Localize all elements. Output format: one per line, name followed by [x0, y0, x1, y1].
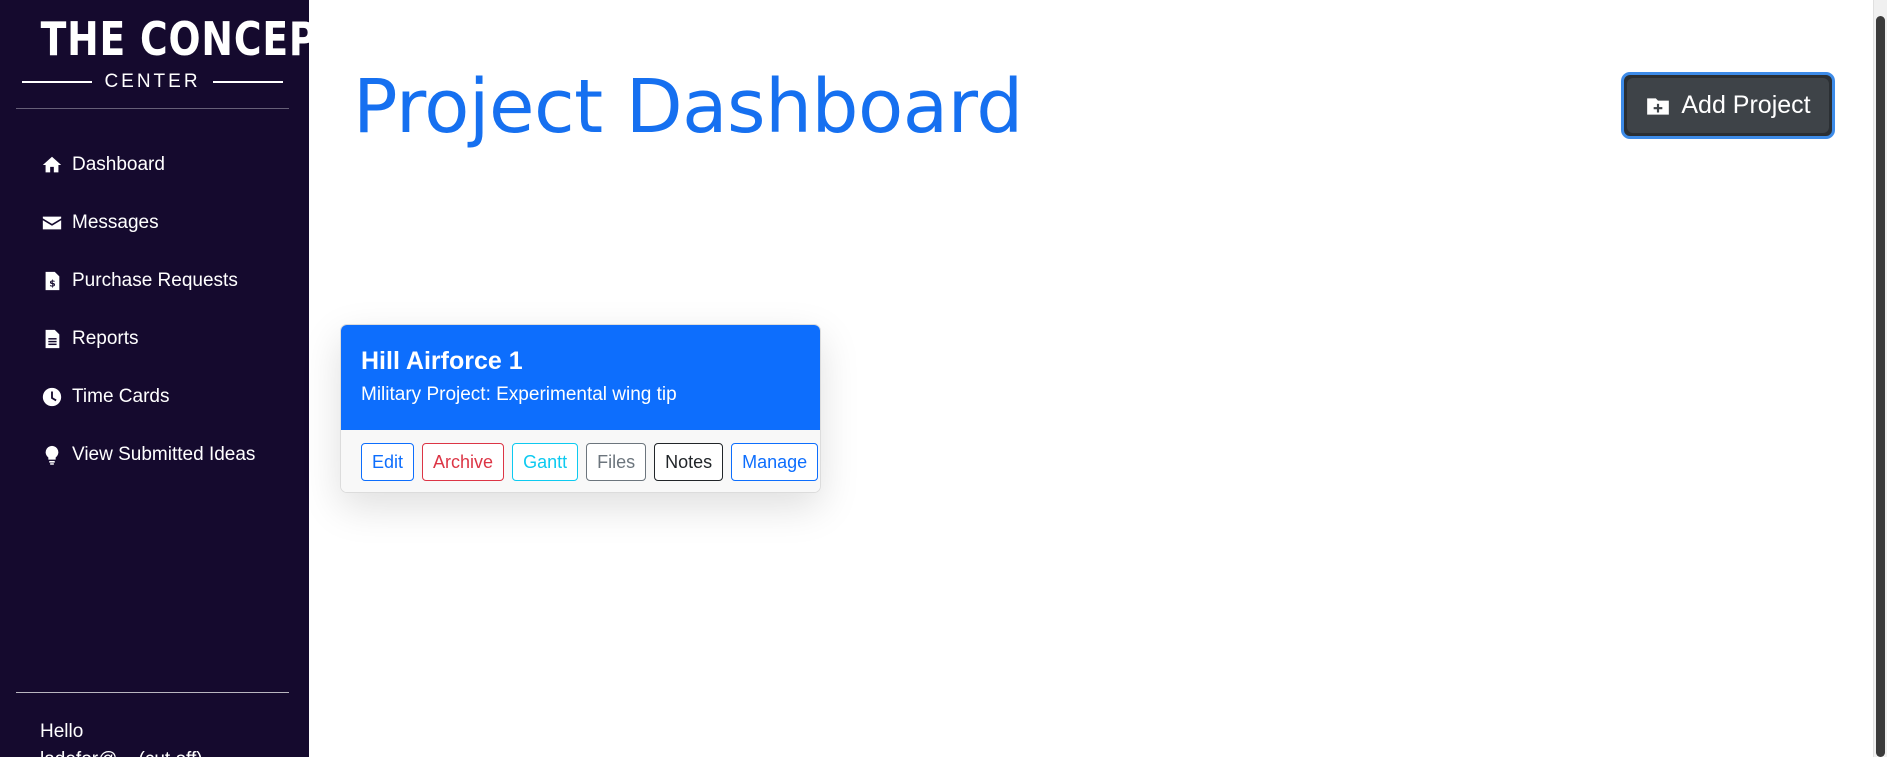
sidebar-item-purchase-requests[interactable]: $ Purchase Requests: [0, 252, 309, 310]
app-root: THE CONCEPT CENTER Dashboard Messages $ …: [0, 0, 1887, 757]
manage-button[interactable]: Manage: [731, 443, 819, 481]
lightbulb-icon: [40, 443, 64, 467]
sidebar-item-messages[interactable]: Messages: [0, 194, 309, 252]
sidebar-divider-bottom: [16, 692, 289, 693]
sidebar-item-label: Dashboard: [72, 154, 165, 175]
logo-title: THE CONCEPT: [40, 12, 344, 66]
scrollbar-thumb[interactable]: [1876, 16, 1885, 757]
logo-subtitle-row: CENTER: [16, 70, 289, 94]
add-project-label: Add Project: [1681, 91, 1811, 119]
invoice-dollar-icon: $: [40, 269, 64, 293]
sidebar: THE CONCEPT CENTER Dashboard Messages $ …: [0, 0, 344, 757]
svg-text:$: $: [49, 279, 55, 290]
project-card: Hill Airforce 1 Military Project: Experi…: [340, 324, 821, 493]
sidebar-item-reports[interactable]: Reports: [0, 310, 309, 368]
sidebar-item-dashboard[interactable]: Dashboard: [0, 136, 309, 194]
logo-rule-right: [213, 81, 283, 83]
project-name: Hill Airforce 1: [361, 347, 523, 375]
clock-icon: [40, 385, 64, 409]
user-email: ladefor@... (cut off): [40, 746, 203, 757]
logo[interactable]: THE CONCEPT CENTER: [16, 12, 344, 94]
greeting-text: Hello: [40, 721, 84, 742]
add-project-button-inner: Add Project: [1627, 78, 1829, 133]
user-info: Hello ladefor@... (cut off): [40, 718, 203, 757]
sidebar-item-label: Purchase Requests: [72, 270, 238, 291]
home-icon: [40, 153, 64, 177]
sidebar-item-label: View Submitted Ideas: [72, 444, 256, 465]
folder-plus-icon: [1647, 97, 1670, 115]
document-icon: [40, 327, 64, 351]
page-title: Project Dashboard: [353, 64, 1023, 150]
project-card-actions: Edit Archive Gantt Files Notes Manage: [341, 430, 820, 492]
archive-button[interactable]: Archive: [422, 443, 505, 481]
gantt-button[interactable]: Gantt: [512, 443, 579, 481]
sidebar-nav: Dashboard Messages $ Purchase Requests R…: [0, 136, 309, 484]
envelope-icon: [40, 211, 64, 235]
add-project-button[interactable]: Add Project: [1621, 72, 1835, 139]
project-card-header[interactable]: Hill Airforce 1 Military Project: Experi…: [341, 325, 820, 430]
vertical-scrollbar[interactable]: [1873, 0, 1887, 757]
sidebar-item-time-cards[interactable]: Time Cards: [0, 368, 309, 426]
sidebar-divider-top: [16, 108, 289, 109]
sidebar-item-label: Time Cards: [72, 386, 170, 407]
sidebar-item-label: Messages: [72, 212, 159, 233]
notes-button[interactable]: Notes: [654, 443, 724, 481]
edit-button[interactable]: Edit: [361, 443, 415, 481]
sidebar-item-label: Reports: [72, 328, 139, 349]
files-button[interactable]: Files: [586, 443, 647, 481]
sidebar-item-view-submitted-ideas[interactable]: View Submitted Ideas: [0, 426, 309, 484]
project-description: Military Project: Experimental wing tip: [361, 384, 677, 405]
